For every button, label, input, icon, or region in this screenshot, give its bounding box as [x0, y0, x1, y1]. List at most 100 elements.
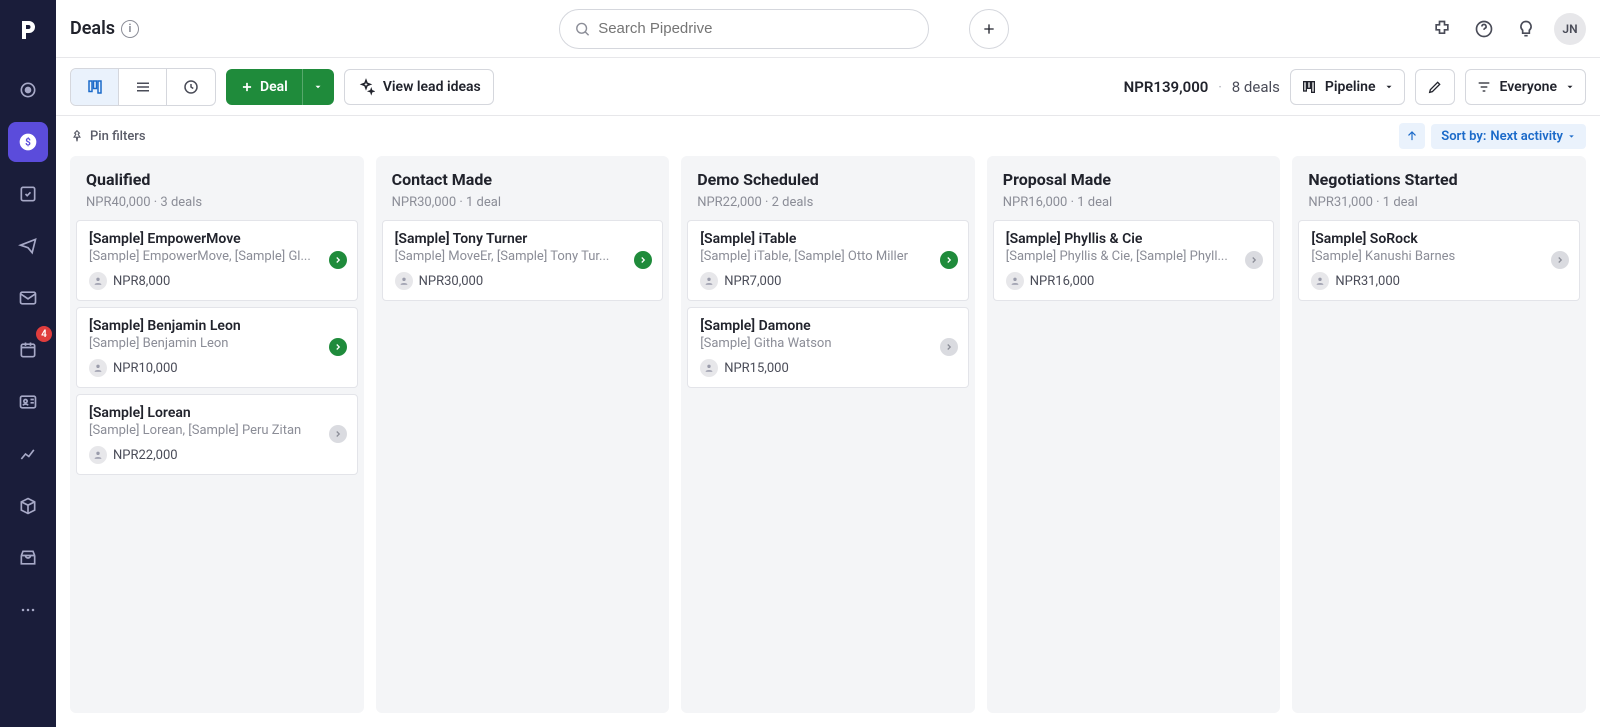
column-title: Contact Made: [392, 170, 654, 189]
view-forecast-button[interactable]: [167, 69, 215, 105]
sort-direction-button[interactable]: [1399, 123, 1425, 149]
logo-icon[interactable]: [10, 12, 46, 48]
pipeline-column[interactable]: Negotiations Started NPR31,000 · 1 deal …: [1292, 156, 1586, 713]
sidebar-item-campaigns[interactable]: [8, 226, 48, 266]
deal-status-icon[interactable]: [634, 251, 652, 269]
sidebar-item-more[interactable]: [8, 590, 48, 630]
deal-amount-row: NPR16,000: [1006, 272, 1262, 290]
deal-card[interactable]: [Sample] Tony Turner [Sample] MoveEr, [S…: [382, 220, 664, 301]
deal-status-icon[interactable]: [329, 338, 347, 356]
deal-amount: NPR31,000: [1335, 274, 1400, 289]
deal-card[interactable]: [Sample] SoRock [Sample] Kanushi Barnes …: [1298, 220, 1580, 301]
pipeline-column[interactable]: Qualified NPR40,000 · 3 deals [Sample] E…: [70, 156, 364, 713]
sidebar-item-insights[interactable]: [8, 434, 48, 474]
add-deal-button[interactable]: Deal: [226, 79, 302, 95]
pipeline-column[interactable]: Contact Made NPR30,000 · 1 deal [Sample]…: [376, 156, 670, 713]
deal-card[interactable]: [Sample] iTable [Sample] iTable, [Sample…: [687, 220, 969, 301]
sidebar-item-mail[interactable]: [8, 278, 48, 318]
pipeline-selector[interactable]: Pipeline: [1290, 69, 1405, 105]
deal-card[interactable]: [Sample] Phyllis & Cie [Sample] Phyllis …: [993, 220, 1275, 301]
sort-prefix: Sort by:: [1441, 129, 1486, 144]
deal-amount: NPR10,000: [113, 361, 178, 376]
info-icon[interactable]: i: [121, 20, 139, 38]
column-title: Qualified: [86, 170, 348, 189]
toolbar: Deal View lead ideas NPR139,000 · 8 deal…: [56, 58, 1600, 116]
deal-amount-row: NPR22,000: [89, 446, 345, 464]
deal-title: [Sample] Damone: [700, 318, 956, 334]
sidebar-item-marketplace[interactable]: [8, 538, 48, 578]
deal-card[interactable]: [Sample] Benjamin Leon [Sample] Benjamin…: [76, 307, 358, 388]
deal-amount-row: NPR10,000: [89, 359, 345, 377]
deal-card[interactable]: [Sample] Damone [Sample] Githa Watson NP…: [687, 307, 969, 388]
sidebar-item-leads[interactable]: [8, 70, 48, 110]
pipeline-column[interactable]: Proposal Made NPR16,000 · 1 deal [Sample…: [987, 156, 1281, 713]
top-icons: JN: [1428, 13, 1586, 45]
deal-status-icon[interactable]: [329, 251, 347, 269]
caret-down-icon: [1567, 132, 1576, 141]
caret-down-icon: [313, 82, 323, 92]
deal-status-icon[interactable]: [940, 338, 958, 356]
filter-selector[interactable]: Everyone: [1465, 69, 1586, 105]
sidebar-item-products[interactable]: [8, 486, 48, 526]
deal-subtitle: [Sample] Phyllis & Cie, [Sample] Phyll..…: [1006, 249, 1234, 264]
column-meta: NPR30,000 · 1 deal: [392, 195, 654, 210]
extensions-icon[interactable]: [1428, 15, 1456, 43]
deal-amount-row: NPR31,000: [1311, 272, 1567, 290]
column-meta: NPR31,000 · 1 deal: [1308, 195, 1570, 210]
deal-title: [Sample] SoRock: [1311, 231, 1567, 247]
search-input-wrap[interactable]: [559, 9, 929, 49]
kanban-icon: [86, 78, 104, 96]
deal-title: [Sample] Lorean: [89, 405, 345, 421]
deal-card[interactable]: [Sample] EmpowerMove [Sample] EmpowerMov…: [76, 220, 358, 301]
deal-status-icon[interactable]: [1245, 251, 1263, 269]
search-input[interactable]: [598, 20, 913, 37]
svg-text:$: $: [25, 135, 31, 148]
sidebar-item-projects[interactable]: [8, 174, 48, 214]
deal-status-icon[interactable]: [329, 425, 347, 443]
total-value: NPR139,000: [1124, 78, 1209, 96]
chevron-right-icon: [333, 255, 343, 265]
filter-label: Everyone: [1500, 79, 1557, 95]
pipeline-column[interactable]: Demo Scheduled NPR22,000 · 2 deals [Samp…: [681, 156, 975, 713]
sidebar-item-deals[interactable]: $: [8, 122, 48, 162]
chevron-right-icon: [1555, 255, 1565, 265]
user-avatar[interactable]: JN: [1554, 13, 1586, 45]
sidebar-item-contacts[interactable]: [8, 382, 48, 422]
add-deal-dropdown[interactable]: [302, 69, 334, 105]
kanban-icon: [1301, 79, 1317, 95]
person-icon: [1311, 272, 1329, 290]
add-deal-button-group: Deal: [226, 69, 334, 105]
view-pipeline-button[interactable]: [71, 69, 119, 105]
deal-amount: NPR30,000: [419, 274, 484, 289]
view-switch: [70, 68, 216, 106]
view-list-button[interactable]: [119, 69, 167, 105]
main: Deals i JN: [56, 0, 1600, 727]
view-lead-ideas-button[interactable]: View lead ideas: [344, 69, 494, 105]
column-cards: [Sample] EmpowerMove [Sample] EmpowerMov…: [70, 220, 364, 483]
deal-amount-row: NPR30,000: [395, 272, 651, 290]
sort-by-button[interactable]: Sort by: Next activity: [1431, 124, 1586, 149]
deal-title: [Sample] Tony Turner: [395, 231, 651, 247]
help-icon[interactable]: [1470, 15, 1498, 43]
tips-icon[interactable]: [1512, 15, 1540, 43]
deal-card[interactable]: [Sample] Lorean [Sample] Lorean, [Sample…: [76, 394, 358, 475]
sidebar-item-activities[interactable]: 4: [8, 330, 48, 370]
pin-filters-label: Pin filters: [90, 129, 146, 144]
column-header: Negotiations Started NPR31,000 · 1 deal: [1292, 156, 1586, 220]
deal-subtitle: [Sample] MoveEr, [Sample] Tony Tur...: [395, 249, 623, 264]
chevron-right-icon: [944, 342, 954, 352]
person-icon: [89, 446, 107, 464]
column-title: Demo Scheduled: [697, 170, 959, 189]
deal-status-icon[interactable]: [1551, 251, 1569, 269]
deal-subtitle: [Sample] EmpowerMove, [Sample] Gl...: [89, 249, 317, 264]
deal-title: [Sample] EmpowerMove: [89, 231, 345, 247]
edit-pipeline-button[interactable]: [1415, 69, 1455, 105]
deal-amount-row: NPR8,000: [89, 272, 345, 290]
pin-filters-button[interactable]: Pin filters: [70, 129, 146, 144]
filter-icon: [1476, 79, 1492, 95]
quick-add-button[interactable]: [969, 9, 1009, 49]
deal-status-icon[interactable]: [940, 251, 958, 269]
deal-amount-row: NPR15,000: [700, 359, 956, 377]
deal-amount: NPR8,000: [113, 274, 170, 289]
column-cards: [Sample] Phyllis & Cie [Sample] Phyllis …: [987, 220, 1281, 309]
